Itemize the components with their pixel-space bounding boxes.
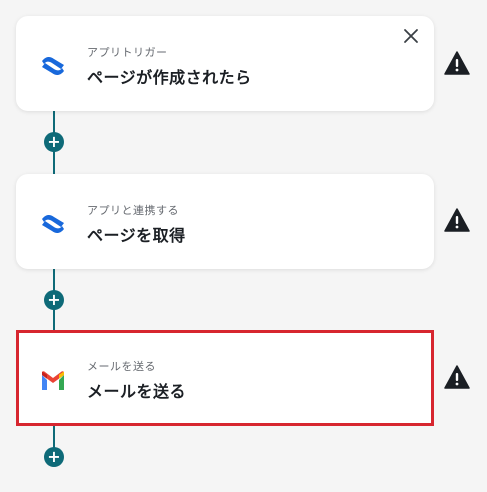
warning-icon	[444, 208, 470, 232]
add-step-button[interactable]: +	[44, 447, 64, 467]
confluence-icon	[42, 214, 64, 234]
gmail-icon	[42, 371, 64, 390]
step-type-label: メールを送る	[87, 360, 156, 373]
step-type-label: アプリと連携する	[87, 204, 179, 217]
step-title: メールを送る	[87, 382, 187, 401]
step-card-get-page[interactable]: アプリと連携する ページを取得	[16, 174, 434, 269]
step-card-send-mail[interactable]: メールを送る メールを送る	[16, 330, 434, 426]
confluence-icon	[42, 56, 64, 76]
step-type-label: アプリトリガー	[87, 46, 168, 59]
step-card-trigger[interactable]: アプリトリガー ページが作成されたら	[16, 16, 434, 111]
warning-icon	[444, 365, 470, 389]
add-step-button[interactable]: +	[44, 132, 64, 152]
close-icon[interactable]	[402, 27, 420, 45]
step-title: ページが作成されたら	[87, 68, 252, 87]
workflow-canvas: アプリトリガー ページが作成されたら + アプリと連携する ページを取得 + メ…	[0, 0, 487, 492]
step-title: ページを取得	[87, 226, 186, 245]
add-step-button[interactable]: +	[44, 290, 64, 310]
warning-icon	[444, 51, 470, 75]
